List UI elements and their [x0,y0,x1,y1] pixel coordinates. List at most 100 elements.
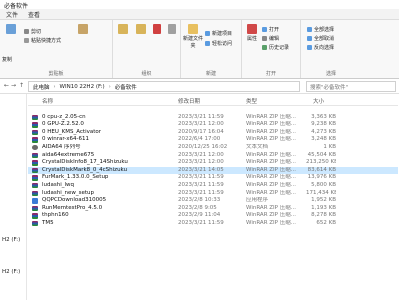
file-type: WinRAR ZIP 压缩... [246,151,296,158]
file-date: 2023/3/21 11:59 [178,189,224,196]
file-type: WinRAR ZIP 压缩... [246,136,296,143]
properties-button[interactable]: 属性 [244,24,260,42]
file-row[interactable]: QQPCDownload310005 2023/2/8 10:33 应用程序 1,95… [28,197,398,205]
file-date: 2020/12/25 16:02 [178,143,228,150]
file-date: 2023/3/21 11:59 [178,113,224,120]
file-name: TM5 [42,219,54,226]
select-none-button[interactable]: 全部取消 [307,35,334,42]
copy-path-button[interactable]: 粘贴快捷方式 [24,37,61,44]
invert-selection-button[interactable]: 反向选择 [307,44,334,51]
paste-button[interactable] [74,24,92,35]
new-item-button[interactable]: 新建项目 [205,30,232,37]
file-size: 8,278 KB [311,212,336,219]
paste-icon [78,24,88,34]
file-date: 2023/3/21 14:05 [178,166,224,173]
open-group: 属性 打开 编辑 历史记录 打开 [242,20,301,78]
cut-button[interactable]: 剪切 [24,28,41,35]
file-row[interactable]: TM5 2023/3/21 11:59 WinRAR ZIP 压缩... 652 KB [28,220,398,228]
file-size: 652 KB [316,219,336,226]
column-type[interactable]: 类型 [246,97,257,105]
column-date[interactable]: 修改日期 [178,97,200,105]
delete-button[interactable] [151,24,163,35]
file-row[interactable]: thphn160 2023/2/9 11:04 WinRAR ZIP 压缩... 8,… [28,212,398,220]
file-size: 171,434 KB [306,189,336,196]
address-bar[interactable]: 此电脑 › WIN10 22H2 (F:) › 必备软件 [28,81,300,92]
file-row[interactable]: ludashi_new_setup 2023/3/21 11:59 WinRAR Z… [28,190,398,198]
file-row[interactable]: 0 HEU_KMS_Activator 2020/9/17 16:04 WinRAR… [28,129,398,137]
file-date: 2023/3/21 11:59 [178,219,224,226]
chevron-right-icon: › [108,83,111,90]
up-icon[interactable]: ↑ [19,82,24,89]
copy-button[interactable]: 复制 [2,56,12,63]
rename-button[interactable] [165,24,178,35]
column-name[interactable]: 名称 [42,97,53,105]
breadcrumb-this-pc[interactable]: 此电脑 [33,83,50,91]
file-row[interactable]: RunMemtestPro_4.5.0 2023/2/8 9:05 WinRAR Z… [28,205,398,213]
properties-label: 属性 [246,36,257,42]
search-box[interactable]: 搜索"必备软件" [306,81,396,92]
select-all-button[interactable]: 全部选择 [307,26,334,33]
file-date: 2023/3/21 12:00 [178,121,224,128]
file-name: aida64extreme675 [42,151,95,158]
back-icon[interactable]: ← [4,82,9,89]
file-row[interactable]: ludashi_lwq 2023/3/21 11:59 WinRAR ZIP 压缩.… [28,182,398,190]
winrar-archive-icon [32,152,38,158]
file-row[interactable]: aida64extreme675 2023/3/21 12:00 WinRAR ZI… [28,152,398,160]
file-size: 213,250 KB [306,159,336,166]
easy-access-button[interactable]: 轻松访问 [205,40,232,47]
tab-file[interactable]: 文件 [6,10,18,19]
move-to-button[interactable] [115,24,131,35]
select-label: 选择 [325,71,336,77]
pin-button[interactable] [2,24,20,35]
nav-item-drive[interactable]: H2 (F:) [2,237,20,243]
file-row[interactable]: FurMark_1.33.0.0_Setup 2023/3/21 11:59 Win… [28,174,398,182]
file-date: 2023/3/21 12:00 [178,159,224,166]
file-row[interactable]: 0 GPU-Z.2.52.0 2023/3/21 12:00 WinRAR ZIP … [28,121,398,129]
file-type: WinRAR ZIP 压缩... [246,128,296,135]
winrar-archive-icon [32,220,38,227]
search-placeholder: 搜索"必备软件" [310,84,349,91]
open-icon [262,27,267,32]
file-row[interactable]: AIDA64 序列号 2020/12/25 16:02 文本文档 1 KB [28,144,398,152]
select-none-label: 全部取消 [314,36,335,42]
file-type: 应用程序 [246,197,269,204]
edit-button[interactable]: 编辑 [262,35,279,42]
file-date: 2023/2/8 10:33 [178,197,221,204]
nav-item-drive-2[interactable]: H2 (F:) [2,269,20,275]
tab-view[interactable]: 查看 [28,10,40,19]
easy-access-label: 轻松访问 [212,41,233,47]
file-row[interactable]: CrystalDiskMark8_0_4cShizuku 2023/3/21 14… [28,166,398,175]
breadcrumb-folder[interactable]: 必备软件 [115,83,137,91]
column-size[interactable]: 大小 [313,97,324,105]
file-name: 0 GPU-Z.2.52.0 [42,121,84,128]
new-folder-button[interactable]: 新建文件夹 [183,24,203,49]
open-label-group: 打开 [265,71,276,77]
file-name: AIDA64 序列号 [42,143,81,150]
file-row[interactable]: CrystalDiskInfo8_17_14Shizuku 2023/3/21 1… [28,159,398,167]
file-row[interactable]: 0 cpu-z_2.05-cn 2023/3/21 11:59 WinRAR ZIP… [28,114,398,122]
file-name: thphn160 [42,212,69,219]
path-icon [24,38,29,43]
history-button[interactable]: 历史记录 [262,44,289,51]
application-icon [32,198,38,204]
file-date: 2022/6/4 17:00 [178,136,221,143]
organize-group: 组织 [113,20,181,78]
edit-label: 编辑 [269,36,280,42]
column-header: 名称 修改日期 类型 大小 [28,96,398,106]
ribbon: 复制 剪切 粘贴快捷方式 剪贴板 组织 新建文件夹 新建项目 轻松访问 新建 属… [0,20,399,79]
open-button[interactable]: 打开 [262,26,279,33]
winrar-archive-icon [32,160,38,166]
file-name: CrystalDiskMark8_0_4cShizuku [42,166,128,173]
breadcrumb-drive[interactable]: WIN10 22H2 (F:) [60,84,105,90]
organize-label: 组织 [141,71,152,77]
file-type: WinRAR ZIP 压缩... [246,181,296,188]
file-type: 文本文档 [246,143,269,150]
text-document-icon [32,144,38,151]
file-row[interactable]: 0 winrar-x64-611 2022/6/4 17:00 WinRAR ZIP… [28,136,398,144]
new-item-icon [205,31,210,36]
forward-icon[interactable]: → [11,82,16,89]
copy-to-button[interactable] [133,24,149,35]
winrar-archive-icon [32,175,38,181]
file-size: 5,800 KB [311,181,336,188]
properties-icon [247,24,257,34]
